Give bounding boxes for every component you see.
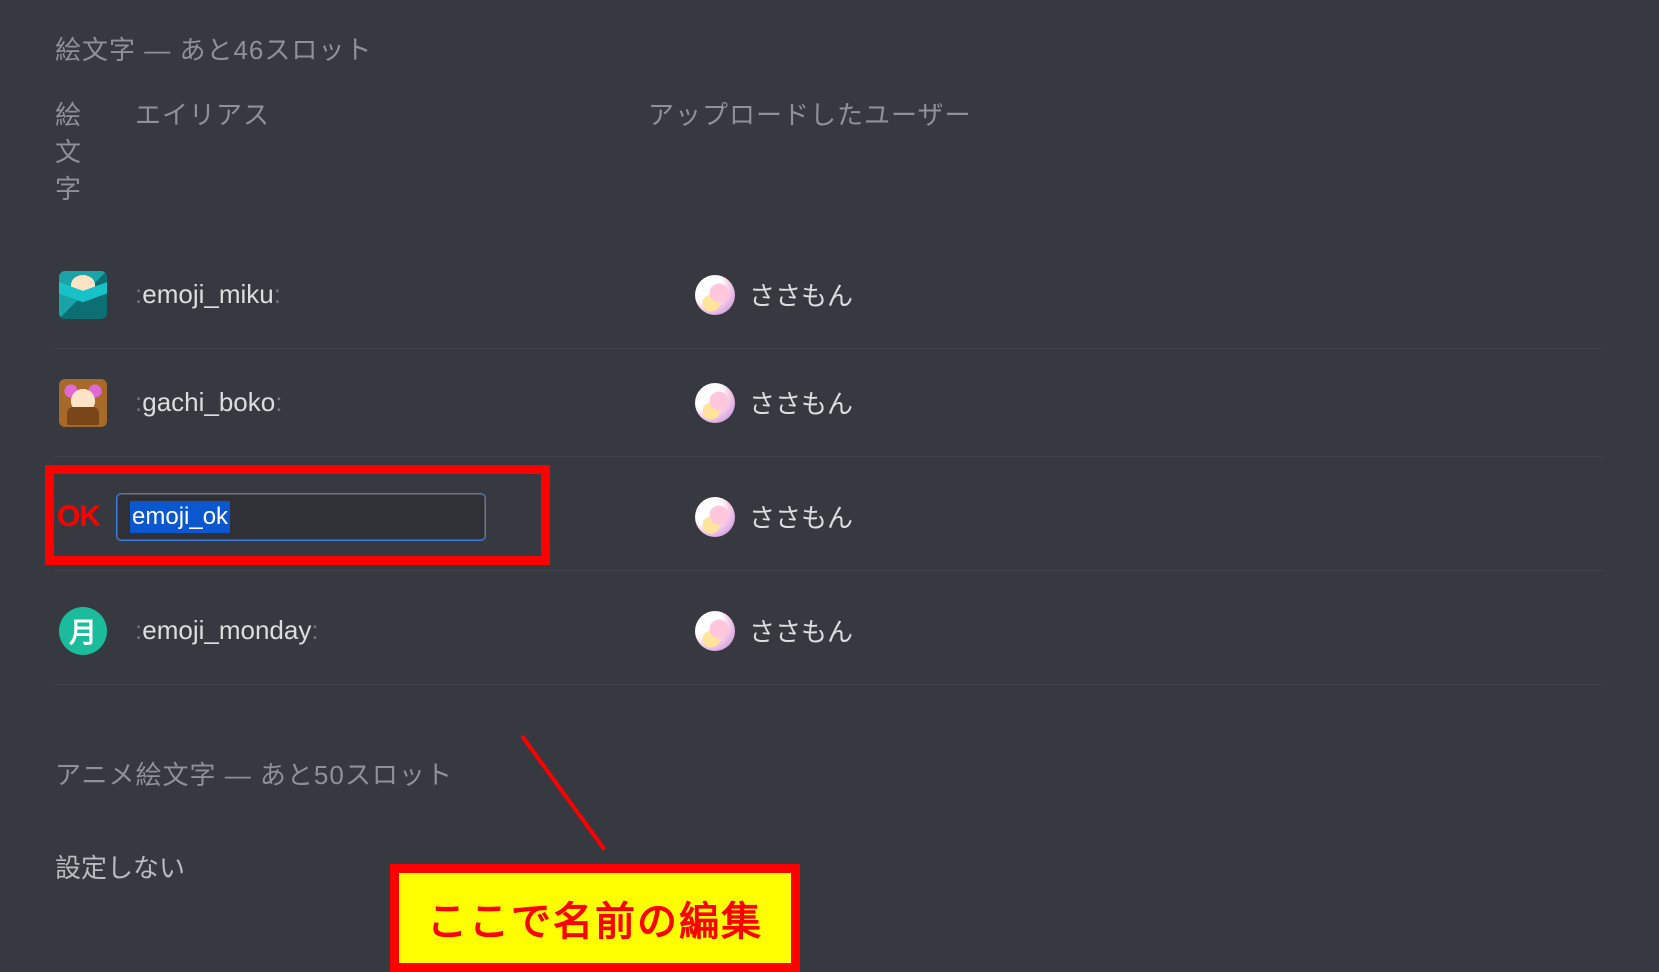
animated-emoji-section-title: アニメ絵文字 — あと50スロット (55, 755, 1604, 792)
header-alias: エイリアス (88, 95, 648, 206)
header-emoji: 絵文字 (55, 95, 88, 206)
emoji-alias[interactable]: : emoji_miku : (107, 279, 695, 310)
emoji-row[interactable]: 月 : emoji_monday : ささもん (55, 577, 1604, 685)
emoji-row-editing[interactable]: OK emoji_ok ささもん (55, 457, 1604, 577)
colon-icon: : (275, 387, 282, 418)
colon-icon: : (274, 279, 281, 310)
avatar-icon (695, 497, 735, 537)
emoji-table-header: 絵文字 エイリアス アップロードしたユーザー (55, 95, 1604, 206)
emoji-image-ok: OK (57, 500, 117, 534)
colon-icon: : (135, 615, 142, 646)
header-uploader: アップロードしたユーザー (648, 95, 1604, 206)
alias-text: emoji_monday (142, 615, 311, 646)
emoji-image-miku (59, 271, 107, 319)
alias-text: emoji_miku (142, 279, 274, 310)
emoji-list: : emoji_miku : ささもん : gachi_boko : ささもん (55, 241, 1604, 685)
avatar-icon (695, 383, 735, 423)
emoji-row[interactable]: : gachi_boko : ささもん (55, 349, 1604, 457)
uploader-name: ささもん (749, 498, 853, 535)
uploader-cell: ささもん (695, 275, 853, 315)
uploader-cell: ささもん (695, 383, 853, 423)
emoji-image-gachi (59, 379, 107, 427)
colon-icon: : (311, 615, 318, 646)
colon-icon: : (135, 279, 142, 310)
uploader-name: ささもん (749, 612, 853, 649)
alias-edit-input[interactable]: emoji_ok (117, 494, 485, 540)
avatar-icon (695, 275, 735, 315)
animated-emoji-empty: 設定しない (55, 848, 1604, 885)
annotation-pointer-line (520, 735, 606, 851)
avatar-icon (695, 611, 735, 651)
uploader-cell: ささもん (695, 497, 853, 537)
uploader-cell: ささもん (695, 611, 853, 651)
annotation-callout: ここで名前の編集 (390, 864, 800, 972)
emoji-row[interactable]: : emoji_miku : ささもん (55, 241, 1604, 349)
alias-text: gachi_boko (142, 387, 275, 418)
emoji-alias[interactable]: : emoji_monday : (107, 615, 695, 646)
alias-input-value: emoji_ok (130, 501, 230, 533)
uploader-name: ささもん (749, 276, 853, 313)
emoji-section-title: 絵文字 — あと46スロット (55, 30, 1604, 67)
emoji-alias[interactable]: : gachi_boko : (107, 387, 695, 418)
colon-icon: : (135, 387, 142, 418)
emoji-image-monday: 月 (59, 607, 107, 655)
uploader-name: ささもん (749, 384, 853, 421)
